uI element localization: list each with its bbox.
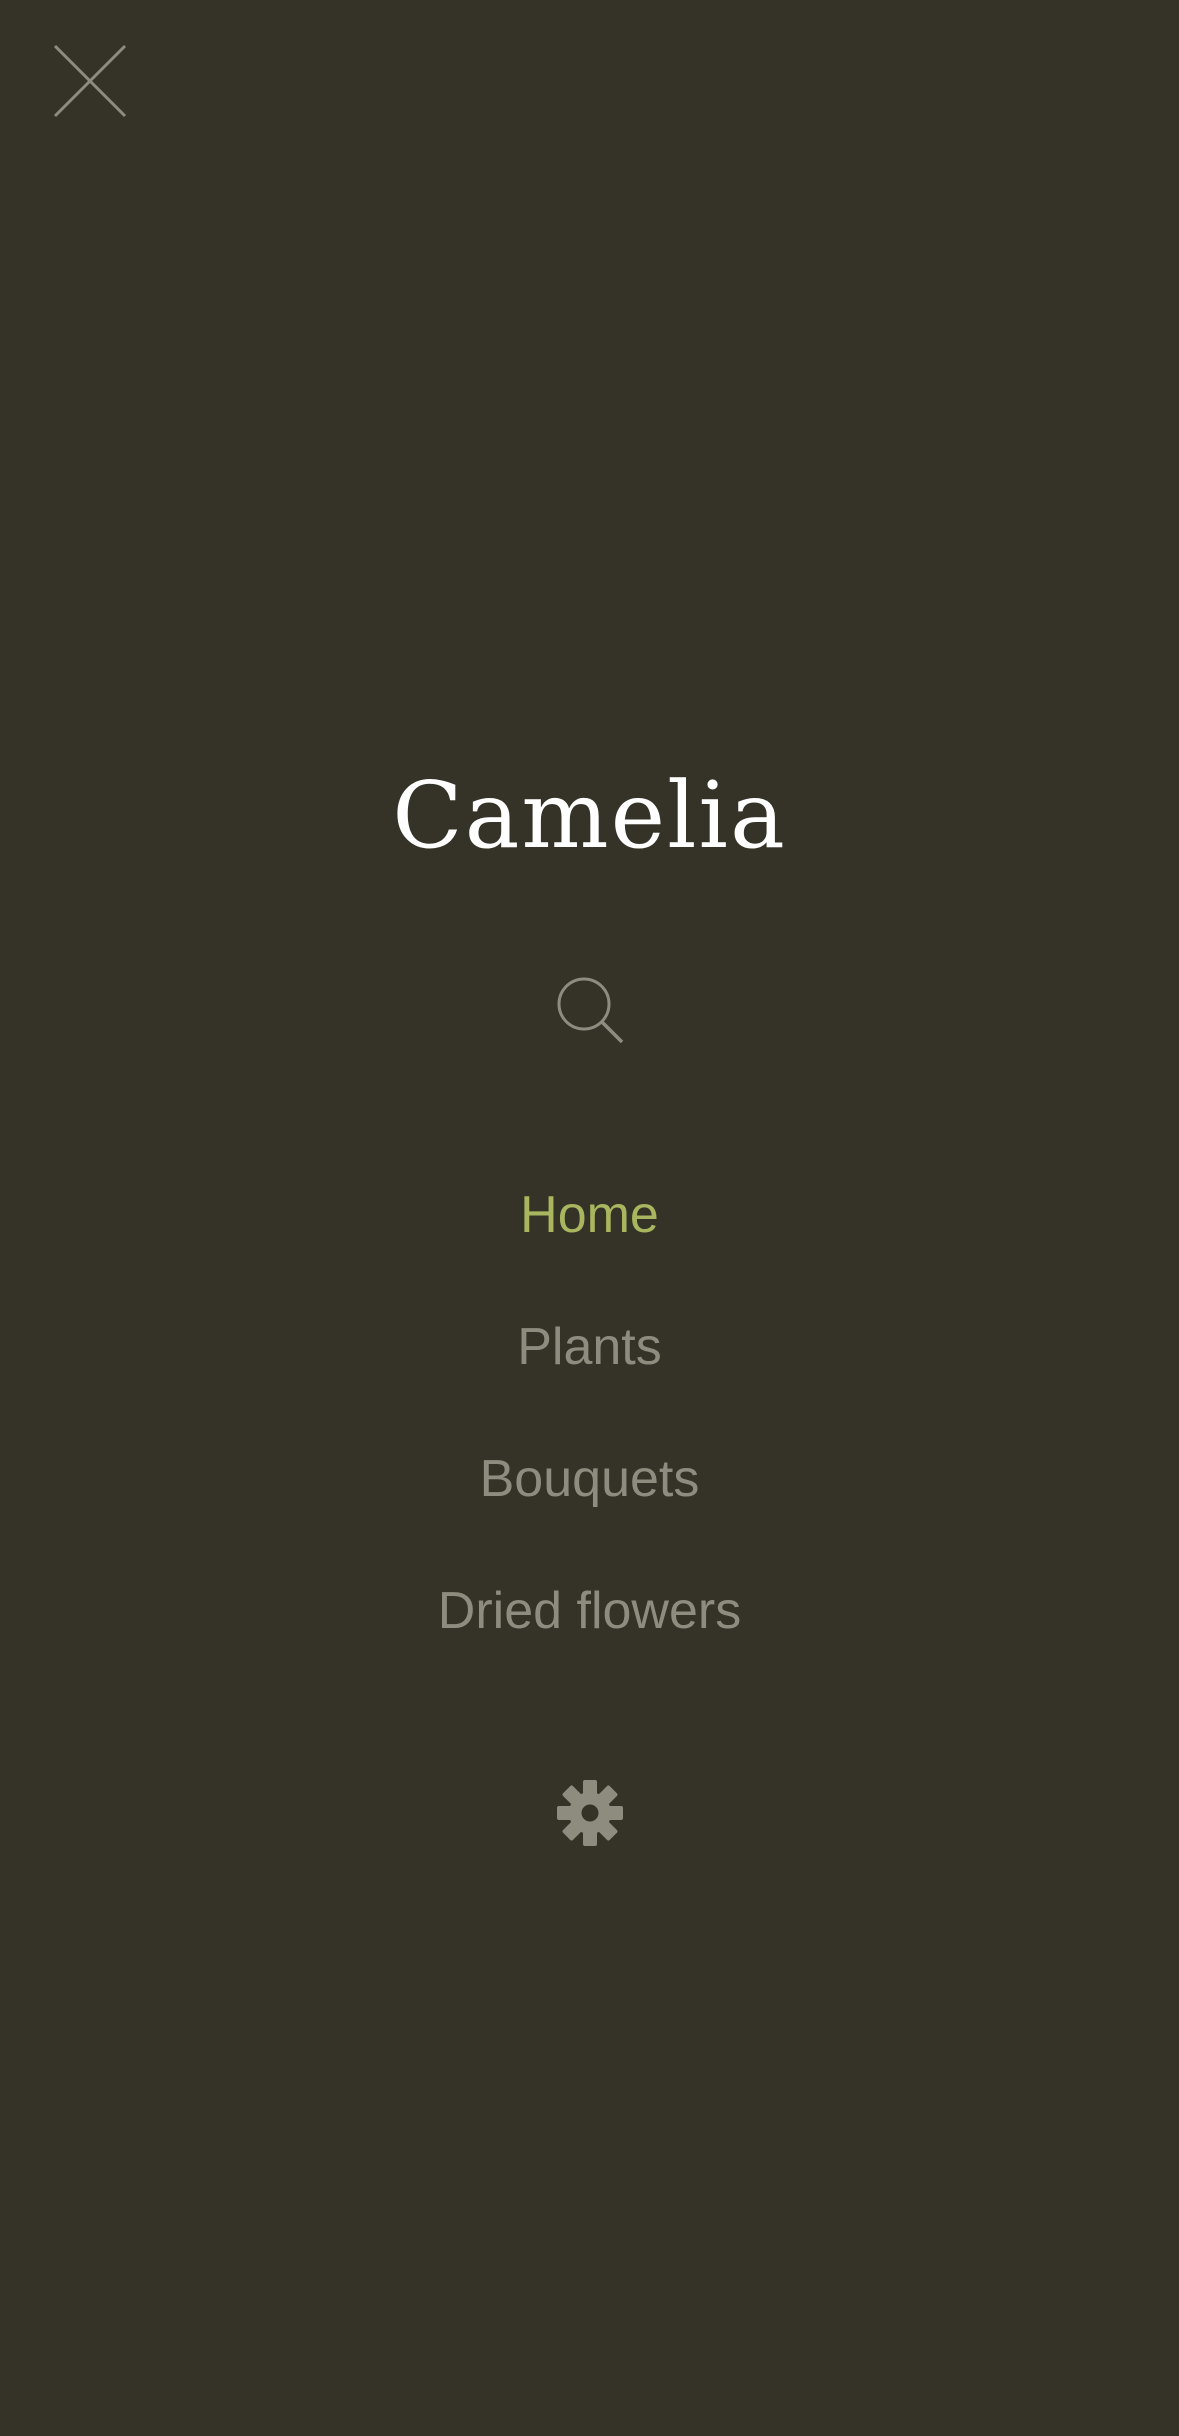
brand-title: Camelia (392, 762, 787, 869)
nav-item-plants: Plants (0, 1281, 1179, 1413)
search-icon (557, 977, 624, 1044)
close-icon (53, 44, 127, 118)
nav-item-bouquets: Bouquets (0, 1413, 1179, 1545)
nav-link-bouquets[interactable]: Bouquets (480, 1444, 700, 1514)
nav-link-plants[interactable]: Plants (517, 1312, 662, 1382)
nav-link-home[interactable]: Home (520, 1180, 659, 1250)
settings-button[interactable] (555, 1778, 625, 1848)
nav-link-dried-flowers[interactable]: Dried flowers (438, 1576, 741, 1646)
search-button[interactable] (552, 973, 628, 1049)
main-nav: Home Plants Bouquets Dried flowers (0, 1149, 1179, 1677)
gear-icon (557, 1780, 623, 1846)
nav-item-dried-flowers: Dried flowers (0, 1545, 1179, 1677)
close-button[interactable] (52, 43, 128, 119)
nav-item-home: Home (0, 1149, 1179, 1281)
